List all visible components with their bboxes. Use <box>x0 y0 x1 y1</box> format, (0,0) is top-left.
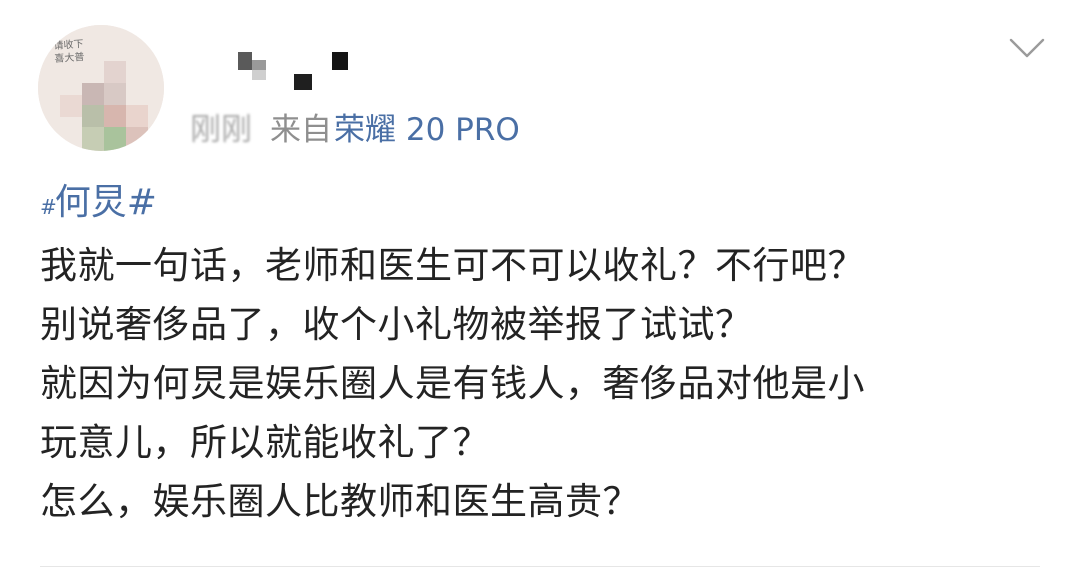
source-device-link[interactable]: 荣耀 20 PRO <box>334 104 520 149</box>
post-body-line: 别说奢侈品了，收个小礼物被举报了试试？ <box>40 303 753 346</box>
post-body-line: 玩意儿，所以就能收礼了？ <box>40 421 490 464</box>
source-label: 来自 <box>270 111 332 148</box>
topic-prefix-fragment: # <box>40 195 57 219</box>
weibo-post-card: 请收下 喜大普 刚刚 来自 荣耀 20 PRO #何炅# 我就一句话，老师和医生… <box>0 0 1080 571</box>
post-body: 我就一句话，老师和医生可不可以收礼？不行吧？ 别说奢侈品了，收个小礼物被举报了试… <box>40 236 1040 531</box>
avatar[interactable]: 请收下 喜大普 <box>38 25 164 151</box>
topic-hashtag-link[interactable]: #何炅# <box>40 178 157 228</box>
avatar-scribble: 请收下 喜大普 <box>53 38 85 66</box>
post-body-line: 怎么，娱乐圈人比教师和医生高贵？ <box>40 480 640 523</box>
post-body-line: 就因为何炅是娱乐圈人是有钱人，奢侈品对他是小 <box>40 362 865 405</box>
divider <box>40 566 1040 567</box>
topic-text: 何炅# <box>54 182 157 223</box>
post-time: 刚刚 <box>190 111 252 148</box>
post-meta: 刚刚 来自 荣耀 20 PRO <box>190 104 520 148</box>
chevron-down-icon[interactable] <box>1008 36 1046 60</box>
username-mosaic[interactable] <box>238 52 358 96</box>
post-body-line: 我就一句话，老师和医生可不可以收礼？不行吧？ <box>40 244 865 287</box>
